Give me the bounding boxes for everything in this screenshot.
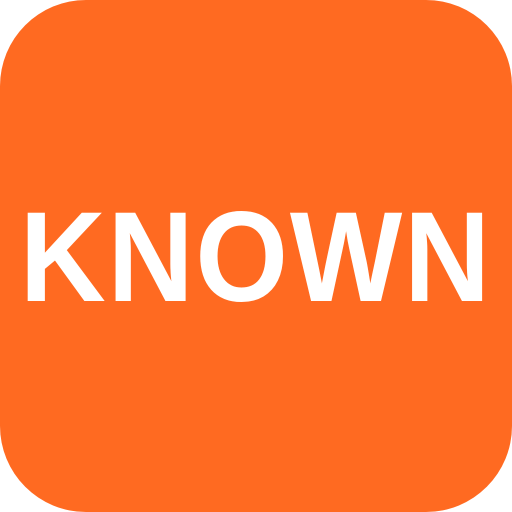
app-icon-label: KNOWN: [19, 186, 493, 329]
known-app-icon[interactable]: KNOWN: [0, 0, 512, 512]
